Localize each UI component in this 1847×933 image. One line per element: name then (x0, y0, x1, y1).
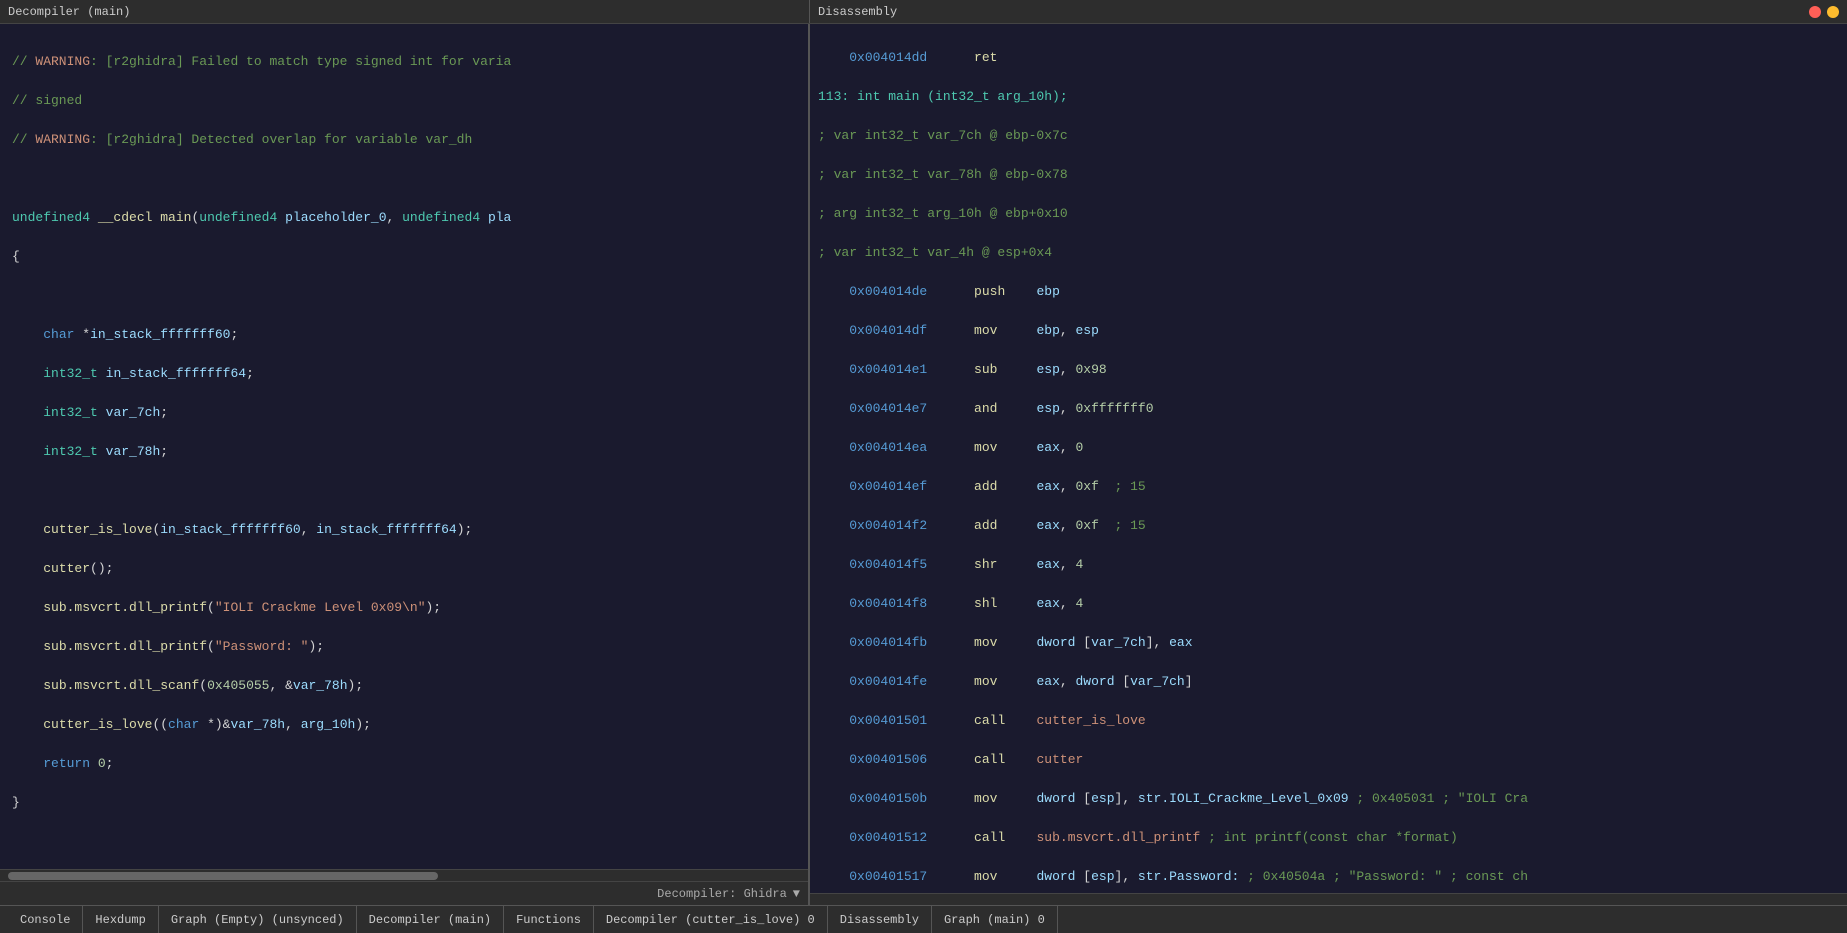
min-btn[interactable] (1827, 6, 1839, 18)
disasm-line-21: 0x00401512 call sub.msvcrt.dll_printf ; … (818, 828, 1839, 848)
top-bar: Decompiler (main) Disassembly (0, 0, 1847, 24)
code-stmt-1: cutter_is_love(in_stack_fffffff60, in_st… (12, 520, 796, 540)
disasm-line-16: 0x004014fb mov dword [var_7ch], eax (818, 633, 1839, 653)
disasm-line-5: ; arg int32_t arg_10h @ ebp+0x10 (818, 204, 1839, 224)
close-btn[interactable] (1809, 6, 1821, 18)
code-var-2: int32_t in_stack_fffffff64; (12, 364, 796, 384)
decompiler-code[interactable]: // WARNING: [r2ghidra] Failed to match t… (0, 24, 808, 869)
disasm-line-20: 0x0040150b mov dword [esp], str.IOLI_Cra… (818, 789, 1839, 809)
disasm-line-12: 0x004014ef add eax, 0xf ; 15 (818, 477, 1839, 497)
disasm-line-22: 0x00401517 mov dword [esp], str.Password… (818, 867, 1839, 887)
decompiler-dropdown-icon[interactable]: ▼ (793, 887, 800, 901)
disasm-line-15: 0x004014f8 shl eax, 4 (818, 594, 1839, 614)
decompiler-footer: Decompiler: Ghidra ▼ (0, 881, 808, 905)
tab-functions[interactable]: Functions (504, 906, 594, 933)
code-blank-1 (12, 169, 796, 189)
tab-decompiler-main[interactable]: Decompiler (main) (357, 906, 504, 933)
disasm-line-14: 0x004014f5 shr eax, 4 (818, 555, 1839, 575)
disasm-line-19: 0x00401506 call cutter (818, 750, 1839, 770)
code-stmt-2: cutter(); (12, 559, 796, 579)
disasm-line-4: ; var int32_t var_78h @ ebp-0x78 (818, 165, 1839, 185)
code-func-sig: undefined4 __cdecl main(undefined4 place… (12, 208, 796, 228)
bottom-tab-bar: Console Hexdump Graph (Empty) (unsynced)… (0, 905, 1847, 933)
disasm-line-13: 0x004014f2 add eax, 0xf ; 15 (818, 516, 1839, 536)
code-stmt-6: cutter_is_love((char *)&var_78h, arg_10h… (12, 715, 796, 735)
disasm-line-9: 0x004014e1 sub esp, 0x98 (818, 360, 1839, 380)
code-stmt-5: sub.msvcrt.dll_scanf(0x405055, &var_78h)… (12, 676, 796, 696)
code-var-3: int32_t var_7ch; (12, 403, 796, 423)
code-var-1: char *in_stack_fffffff60; (12, 325, 796, 345)
code-var-4: int32_t var_78h; (12, 442, 796, 462)
tab-disassembly[interactable]: Disassembly (828, 906, 932, 933)
disasm-line-6: ; var int32_t var_4h @ esp+0x4 (818, 243, 1839, 263)
tab-graph-empty[interactable]: Graph (Empty) (unsynced) (159, 906, 357, 933)
code-stmt-3: sub.msvcrt.dll_printf("IOLI Crackme Leve… (12, 598, 796, 618)
main-content: // WARNING: [r2ghidra] Failed to match t… (0, 24, 1847, 905)
tab-decompiler-cutter[interactable]: Decompiler (cutter_is_love) 0 (594, 906, 828, 933)
disassembly-panel: 0x004014dd ret 113: int main (int32_t ar… (810, 24, 1847, 905)
disasm-line-11: 0x004014ea mov eax, 0 (818, 438, 1839, 458)
tab-console[interactable]: Console (8, 906, 83, 933)
code-comment-2: // signed (12, 91, 796, 111)
disassembly-scrollbar[interactable] (810, 893, 1847, 905)
disassembly-code[interactable]: 0x004014dd ret 113: int main (int32_t ar… (810, 24, 1847, 893)
code-comment-3: // WARNING: [r2ghidra] Detected overlap … (12, 130, 796, 150)
decompiler-title: Decompiler (main) (8, 5, 130, 19)
disasm-line-1: 0x004014dd ret (818, 48, 1839, 68)
decompiler-footer-label: Decompiler: Ghidra (657, 887, 787, 901)
tab-graph-main[interactable]: Graph (main) 0 (932, 906, 1058, 933)
code-blank-2 (12, 286, 796, 306)
code-stmt-7: return 0; (12, 754, 796, 774)
disasm-line-7: 0x004014de push ebp (818, 282, 1839, 302)
code-comment-1: // WARNING: [r2ghidra] Failed to match t… (12, 52, 796, 72)
disassembly-title-bar: Disassembly (810, 0, 1847, 23)
disasm-line-17: 0x004014fe mov eax, dword [var_7ch] (818, 672, 1839, 692)
disassembly-title: Disassembly (818, 5, 897, 19)
decompiler-scroll-thumb[interactable] (8, 872, 438, 880)
disasm-line-8: 0x004014df mov ebp, esp (818, 321, 1839, 341)
tab-hexdump[interactable]: Hexdump (83, 906, 158, 933)
code-stmt-4: sub.msvcrt.dll_printf("Password: "); (12, 637, 796, 657)
disasm-line-10: 0x004014e7 and esp, 0xfffffff0 (818, 399, 1839, 419)
code-brace-open: { (12, 247, 796, 267)
code-blank-3 (12, 481, 796, 501)
disasm-line-3: ; var int32_t var_7ch @ ebp-0x7c (818, 126, 1839, 146)
code-brace-close: } (12, 793, 796, 813)
disasm-line-2: 113: int main (int32_t arg_10h); (818, 87, 1839, 107)
decompiler-scrollbar[interactable] (0, 869, 808, 881)
window-controls (1809, 6, 1839, 18)
decompiler-panel: // WARNING: [r2ghidra] Failed to match t… (0, 24, 810, 905)
decompiler-title-bar: Decompiler (main) (0, 0, 810, 23)
disasm-line-18: 0x00401501 call cutter_is_love (818, 711, 1839, 731)
